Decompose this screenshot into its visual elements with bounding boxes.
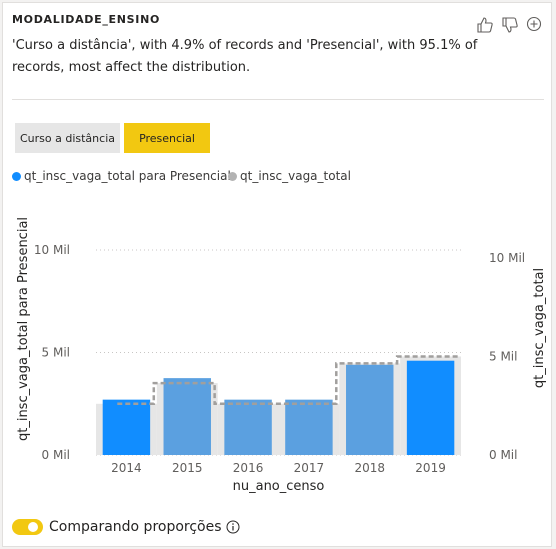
- x-tick: 2019: [415, 461, 446, 475]
- x-tick: 2017: [294, 461, 325, 475]
- thumbs-down-icon[interactable]: [501, 16, 519, 34]
- y-axis-title-left: qt_insc_vaga_total para Presencial: [16, 217, 31, 441]
- legend-dot-total: [228, 171, 237, 181]
- card-title: MODALIDADE_ENSINO: [12, 13, 161, 26]
- comparison-toggle[interactable]: [12, 519, 43, 535]
- bar-presencial: [102, 399, 151, 455]
- toggle-label: Comparando proporções: [49, 519, 222, 535]
- y-tick-left: 10 Mil: [34, 243, 70, 257]
- y-tick-right: 0 Mil: [489, 448, 517, 462]
- y-axis-title-right: qt_insc_vaga_total: [532, 268, 547, 388]
- segment-curso-a-distancia[interactable]: Curso a distância: [15, 123, 120, 153]
- x-tick: 2016: [233, 461, 264, 475]
- divider: [12, 99, 544, 100]
- bar-chart: 0 Mil 0 Mil 5 Mil 5 Mil 10 Mil 10 Mil 2014 2015…: [16, 217, 547, 494]
- bar-presencial: [346, 364, 394, 455]
- bar-presencial: [224, 399, 272, 455]
- y-tick-left: 0 Mil: [42, 448, 70, 462]
- y-tick-right: 5 Mil: [489, 350, 517, 364]
- thumbs-up-icon[interactable]: [476, 16, 494, 34]
- bar-presencial: [406, 360, 455, 455]
- legend-dot-presencial: [12, 171, 21, 181]
- legend-label-presencial: qt_insc_vaga_total para Presencial: [24, 169, 231, 183]
- insight-card: MODALIDADE_ENSINO 'Curso a distância', w…: [2, 2, 552, 547]
- add-icon[interactable]: [526, 16, 542, 32]
- comparison-toggle-row: Comparando proporções: [12, 517, 240, 537]
- x-tick: 2018: [354, 461, 385, 475]
- y-tick-left: 5 Mil: [42, 346, 70, 360]
- legend-item-presencial: qt_insc_vaga_total para Presencial: [12, 169, 231, 183]
- legend-label-total: qt_insc_vaga_total: [240, 169, 351, 183]
- bar-presencial: [285, 399, 333, 455]
- insight-summary: 'Curso a distância', with 4.9% of record…: [12, 38, 478, 75]
- legend-item-total: qt_insc_vaga_total: [228, 169, 351, 183]
- x-tick: 2015: [172, 461, 203, 475]
- x-tick: 2014: [111, 461, 142, 475]
- info-icon[interactable]: [226, 520, 240, 534]
- y-tick-right: 10 Mil: [489, 251, 525, 265]
- x-axis-title: nu_ano_censo: [233, 479, 325, 494]
- bar-presencial: [163, 378, 211, 455]
- toggle-knob: [28, 522, 38, 532]
- segment-presencial[interactable]: Presencial: [124, 123, 210, 153]
